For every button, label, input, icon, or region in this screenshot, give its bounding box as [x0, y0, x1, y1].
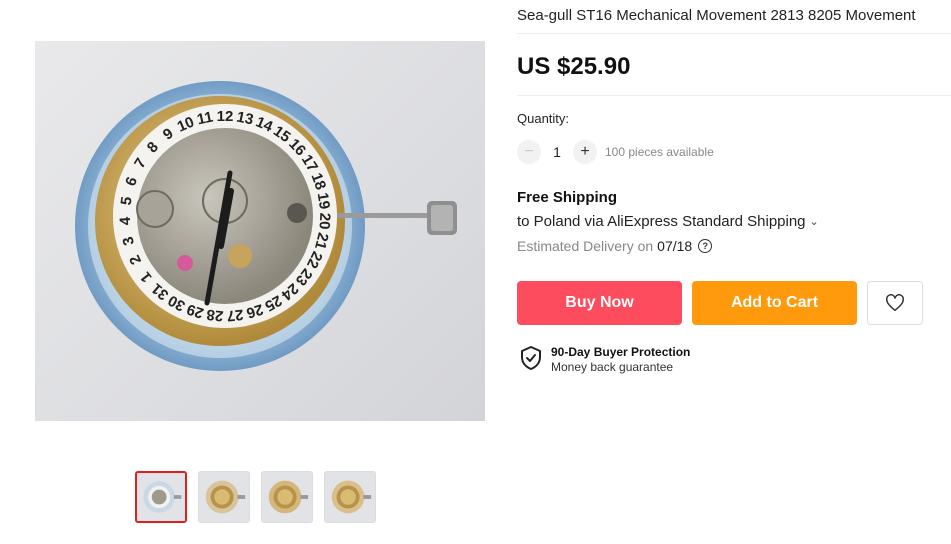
- dial-number: 28: [206, 306, 224, 325]
- protection-title: 90-Day Buyer Protection: [551, 345, 691, 359]
- main-product-image[interactable]: 12 11 10 9 8 7 6 5 4 3 2 1 31 30 29 28 27 26 25 24 23 22 21 20 1…: [35, 41, 485, 421]
- protection-subtitle: Money back guarantee: [551, 360, 674, 374]
- quantity-increase-button[interactable]: +: [573, 140, 597, 164]
- dial-number: 19: [314, 191, 333, 210]
- help-icon[interactable]: ?: [698, 239, 713, 253]
- thumbnail-strip: [135, 471, 376, 523]
- dial-number: 27: [226, 306, 244, 325]
- watch-movement-illustration: 121110987654321313029 28 27 262524232221201…: [75, 81, 457, 371]
- dial-number: 12: [217, 108, 234, 125]
- heart-icon: [886, 294, 904, 312]
- quantity-available: 100 pieces available: [605, 145, 714, 159]
- thumbnail-3[interactable]: [261, 471, 313, 523]
- thumbnail-2[interactable]: [198, 471, 250, 523]
- shipping-title: Free Shipping: [517, 189, 618, 206]
- quantity-label: Quantity:: [517, 111, 570, 126]
- shipping-method-selector[interactable]: to Poland via AliExpress Standard Shippi…: [517, 213, 819, 230]
- product-price: US $25.90: [517, 53, 631, 80]
- thumbnail-image: [199, 472, 249, 522]
- wishlist-button[interactable]: [867, 281, 923, 325]
- shield-check-icon: [521, 346, 541, 370]
- quantity-decrease-button[interactable]: −: [517, 140, 541, 164]
- thumbnail-1[interactable]: [135, 471, 187, 523]
- quantity-value[interactable]: 1: [541, 144, 573, 160]
- thumbnail-4[interactable]: [324, 471, 376, 523]
- buy-now-button[interactable]: Buy Now: [517, 281, 682, 325]
- delivery-label: Estimated Delivery on: [517, 238, 654, 254]
- estimated-delivery: Estimated Delivery on 07/18 ?: [517, 238, 713, 254]
- thumbnail-image: [137, 473, 185, 521]
- buyer-protection: 90-Day Buyer Protection Money back guara…: [520, 345, 690, 375]
- price-divider: [517, 95, 951, 96]
- add-to-cart-button[interactable]: Add to Cart: [692, 281, 857, 325]
- dial-number: 11: [196, 109, 215, 129]
- delivery-date: 07/18: [657, 238, 693, 254]
- title-divider: [517, 33, 951, 34]
- dial-number: 13: [235, 108, 255, 128]
- thumbnail-image: [262, 472, 312, 522]
- dial-number: 20: [315, 212, 333, 230]
- thumbnail-image: [325, 472, 375, 522]
- shipping-detail: to Poland via AliExpress Standard Shippi…: [517, 213, 806, 230]
- dial-number: 4: [117, 216, 134, 226]
- chevron-down-icon[interactable]: ⌄: [810, 215, 819, 228]
- quantity-stepper: − 1 + 100 pieces available: [517, 140, 714, 164]
- product-title: Sea-gull ST16 Mechanical Movement 2813 8…: [517, 7, 916, 24]
